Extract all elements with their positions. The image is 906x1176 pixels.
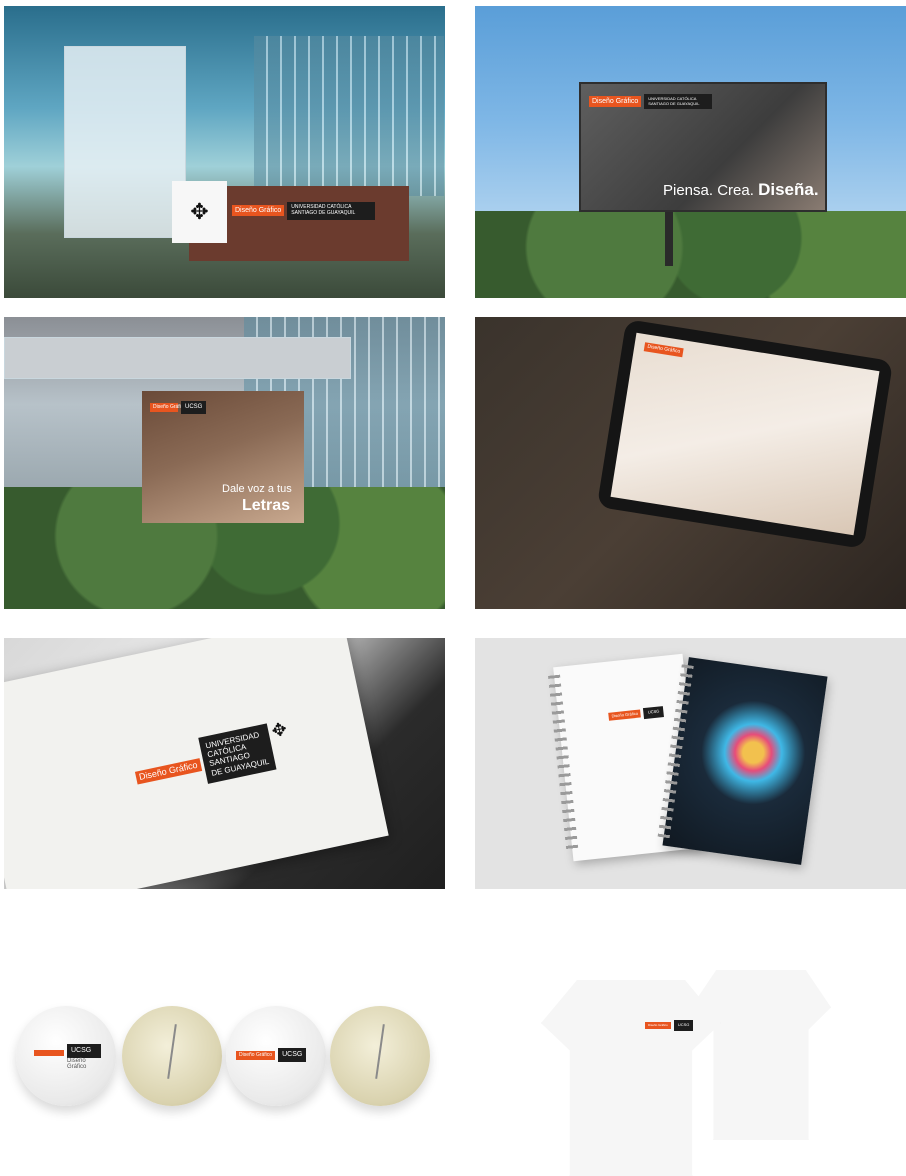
institution-label: UNIVERSIDAD CATÓLICA SANTIAGO DE GUAYAQU… [644,94,713,110]
mockup-tshirts: Diseño Gráfico UCSG [475,940,906,1176]
mockup-building-banner: Diseño Gráfico UCSG Dale voz a tus Letra… [4,317,445,609]
cross-sign: ✥ [172,181,227,243]
program-label: Diseño Gráfico [608,709,642,722]
building-glass-facade [254,36,444,196]
program-label: Diseño Gráfico [232,205,285,217]
program-label: Diseño Gráfico [645,1021,671,1029]
institution-block: UNIVERSIDAD CATÓLICA SANTIAGO DE GUAYAQU… [197,723,277,784]
mockup-building-sign: ✥ Diseño Gráfico UNIVERSIDAD CATÓLICA SA… [4,6,445,298]
billboard-logo: Diseño Gráfico UNIVERSIDAD CATÓLICA SANT… [589,94,713,110]
cross-icon: ✥ [190,199,209,224]
mockup-billboard: Diseño Gráfico UNIVERSIDAD CATÓLICA SANT… [475,6,906,298]
program-label: Diseño Gráfico [134,758,202,785]
wall-logo: Diseño Gráfico UNIVERSIDAD CATÓLICA SANT… [232,202,376,220]
tshirt-back [691,970,831,1140]
tablet-logo: Diseño Gráfico [643,342,684,358]
badge-4-back [330,1006,430,1106]
tshirt-logo: Diseño Gráfico UCSG [645,1020,694,1031]
slogan-word-2: Crea. [717,182,754,199]
facade-top [4,337,351,379]
pin-needle [167,1024,177,1079]
acronym-label: UCSG [278,1048,307,1063]
mockup-tablet: Diseño Gráfico [475,317,906,609]
tshirt-front: Diseño Gráfico UCSG [541,980,721,1176]
badge-1-logo: UCSG Diseño Gráfico [34,1044,101,1070]
orange-stripe [34,1050,64,1056]
program-label: Diseño Gráfico [236,1050,276,1060]
mockup-paper: Diseño Gráfico UNIVERSIDAD CATÓLICA SANT… [4,638,445,889]
acronym-label: UCSG [67,1044,101,1059]
acronym-label: UCSG [673,1020,694,1031]
mockup-notebooks: Diseño Gráfico UCSG [475,638,906,889]
notebook-logo: Diseño Gráfico UCSG [608,706,664,722]
slogan-word-3: Diseña. [758,180,819,199]
pin-needle [375,1024,385,1079]
program-label: Diseño Gráfico [150,402,186,412]
cross-icon: ✥ [269,718,289,742]
tree-line [475,211,906,298]
badge-1: UCSG Diseño Gráfico [16,1006,116,1106]
badge-3: Diseño Gráfico UCSG [226,1006,326,1106]
wall-banner: Diseño Gráfico UCSG Dale voz a tus Letra… [142,391,304,523]
billboard-pole [665,206,673,266]
slogan-word-1: Piensa. [663,182,714,199]
building-left [64,46,186,238]
institution-label: UNIVERSIDAD CATÓLICA SANTIAGO DE GUAYAQU… [287,202,376,220]
program-label: Diseño Gráfico [589,96,642,108]
acronym-label: UCSG [181,401,207,414]
tablet-screen: Diseño Gráfico [610,332,880,536]
mockup-badges: UCSG Diseño Gráfico Diseño Gráfico UCSG [4,970,445,1150]
notebook-spiral [548,674,579,854]
program-label: Diseño Gráfico [643,342,684,358]
banner-line-1: Dale voz a tus [222,483,292,495]
program-sub: Diseño Gráfico [67,1058,87,1071]
paper-sheet: Diseño Gráfico UNIVERSIDAD CATÓLICA SANT… [4,638,389,889]
badge-3-logo: Diseño Gráfico UCSG [236,1048,307,1063]
notebook-lightbulb [657,657,828,865]
tablet-device: Diseño Gráfico [596,319,894,549]
paper-logo: Diseño Gráfico UNIVERSIDAD CATÓLICA SANT… [131,718,295,798]
billboard-board: Diseño Gráfico UNIVERSIDAD CATÓLICA SANT… [579,82,827,212]
acronym-label: UCSG [643,706,664,719]
badge-2-back [122,1006,222,1106]
badge-1-text: UCSG Diseño Gráfico [67,1044,101,1070]
billboard-slogan: Piensa. Crea. Diseña. [663,180,819,200]
banner-line-2: Letras [242,497,291,514]
banner-logo: Diseño Gráfico UCSG [150,401,207,414]
